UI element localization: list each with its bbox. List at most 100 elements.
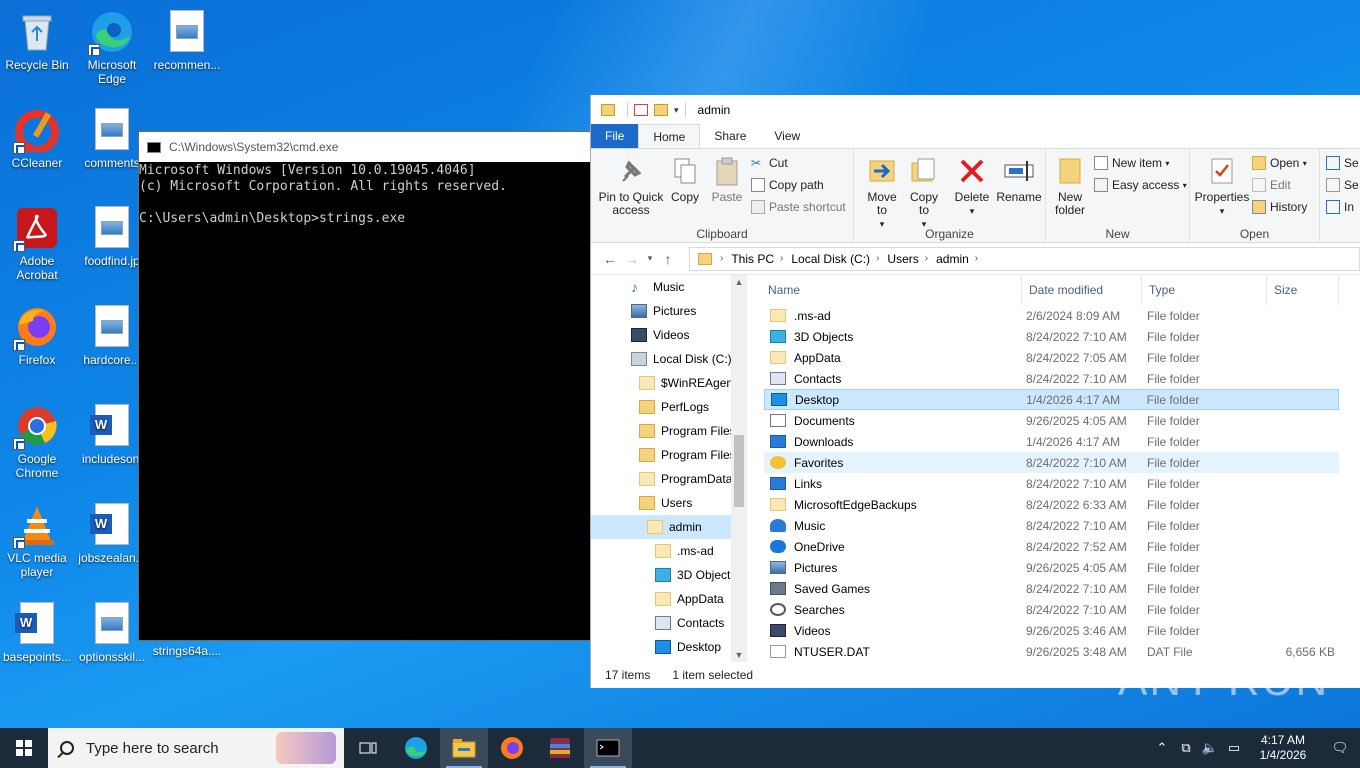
desktop-icon-chrome[interactable]: Google Chrome bbox=[0, 398, 74, 480]
taskbar-file-explorer[interactable] bbox=[440, 728, 488, 768]
file-row[interactable]: Favorites 8/24/2022 7:10 AM File folder bbox=[764, 452, 1339, 473]
chevron-right-icon[interactable]: › bbox=[975, 253, 978, 264]
desktop-icon-file[interactable]: W basepoints... bbox=[0, 596, 74, 664]
network-icon[interactable]: ⧉ bbox=[1174, 740, 1198, 756]
chevron-right-icon[interactable]: › bbox=[780, 253, 783, 264]
pin-quick-access-button[interactable]: Pin to Quick access bbox=[597, 155, 665, 217]
column-name[interactable]: Name bbox=[761, 275, 1021, 305]
nav-item-music[interactable]: ♪ Music bbox=[591, 275, 747, 299]
nav-item-folder[interactable]: Program Files bbox=[591, 443, 747, 467]
file-row[interactable]: Desktop 1/4/2026 4:17 AM File folder bbox=[764, 389, 1339, 410]
file-list[interactable]: Name Date modified Type Size .ms-ad 2/6/2… bbox=[761, 275, 1360, 662]
scroll-down-icon[interactable]: ▼ bbox=[731, 650, 747, 660]
navigation-pane[interactable]: ♪ Music Pictures Videos Local Disk (C:) $… bbox=[591, 275, 747, 662]
rename-button[interactable]: Rename bbox=[996, 155, 1042, 204]
task-view-button[interactable] bbox=[344, 728, 392, 768]
taskbar-firefox[interactable] bbox=[488, 728, 536, 768]
new-folder-quick-icon[interactable] bbox=[654, 104, 668, 116]
edit-button[interactable]: Edit bbox=[1252, 175, 1291, 195]
nav-item-local-disk[interactable]: Local Disk (C:) bbox=[591, 347, 747, 371]
nav-item-folder[interactable]: .ms-ad bbox=[591, 539, 747, 563]
cmd-window[interactable]: C:\Windows\System32\cmd.exe Microsoft Wi… bbox=[138, 131, 598, 641]
file-row[interactable]: Saved Games 8/24/2022 7:10 AM File folder bbox=[764, 578, 1339, 599]
file-row[interactable]: Pictures 9/26/2025 4:05 AM File folder bbox=[764, 557, 1339, 578]
nav-item-folder[interactable]: AppData bbox=[591, 587, 747, 611]
desktop-icon-vlc[interactable]: VLC media player bbox=[0, 497, 74, 579]
tab-share[interactable]: Share bbox=[700, 124, 760, 148]
copy-path-button[interactable]: Copy path bbox=[751, 175, 824, 195]
notifications-icon[interactable]: 🗨 bbox=[1320, 740, 1360, 756]
forward-arrow-icon[interactable]: → bbox=[621, 251, 643, 267]
taskbar-edge[interactable] bbox=[392, 728, 440, 768]
new-item-button[interactable]: New item ▾ bbox=[1094, 153, 1169, 173]
file-row[interactable]: Videos 9/26/2025 3:46 AM File folder bbox=[764, 620, 1339, 641]
nav-scrollbar[interactable]: ▲ ▼ bbox=[731, 275, 747, 662]
desktop-icon-firefox[interactable]: Firefox bbox=[0, 299, 74, 367]
volume-icon[interactable]: 🔈 bbox=[1198, 740, 1222, 756]
copy-to-button[interactable]: Copy to ▾ bbox=[904, 155, 944, 231]
tab-home[interactable]: Home bbox=[638, 124, 701, 148]
select-all-button[interactable]: Se bbox=[1326, 153, 1359, 173]
nav-item-folder[interactable]: $WinREAgent bbox=[591, 371, 747, 395]
column-date[interactable]: Date modified bbox=[1021, 275, 1142, 305]
nav-item-3d-objects[interactable]: 3D Objects bbox=[591, 563, 747, 587]
nav-item-contacts[interactable]: Contacts bbox=[591, 611, 747, 635]
desktop-icon-ccleaner[interactable]: CCleaner bbox=[0, 102, 74, 170]
tab-file[interactable]: File bbox=[591, 124, 639, 148]
column-size[interactable]: Size bbox=[1267, 275, 1339, 305]
move-to-button[interactable]: Move to ▾ bbox=[862, 155, 902, 231]
desktop-icon-file[interactable]: recommen... bbox=[150, 4, 224, 72]
ime-icon[interactable]: ▭ bbox=[1222, 740, 1246, 756]
nav-item-desktop[interactable]: Desktop bbox=[591, 635, 747, 659]
start-button[interactable] bbox=[0, 728, 48, 768]
copy-button[interactable]: Copy bbox=[667, 155, 703, 204]
properties-button[interactable]: Properties ▾ bbox=[1194, 155, 1250, 218]
chevron-right-icon[interactable]: › bbox=[925, 253, 928, 264]
clock[interactable]: 4:17 AM 1/4/2026 bbox=[1246, 733, 1320, 763]
select-none-button[interactable]: Se bbox=[1326, 175, 1359, 195]
taskbar-cmd[interactable] bbox=[584, 728, 632, 768]
file-row[interactable]: Contacts 8/24/2022 7:10 AM File folder bbox=[764, 368, 1339, 389]
file-row[interactable]: Music 8/24/2022 7:10 AM File folder bbox=[764, 515, 1339, 536]
nav-item-folder[interactable]: Users bbox=[591, 491, 747, 515]
taskbar-search[interactable]: Type here to search bbox=[48, 728, 344, 768]
file-row[interactable]: AppData 8/24/2022 7:05 AM File folder bbox=[764, 347, 1339, 368]
file-row[interactable]: Downloads 1/4/2026 4:17 AM File folder bbox=[764, 431, 1339, 452]
taskbar-winrar[interactable] bbox=[536, 728, 584, 768]
new-folder-button[interactable]: New folder bbox=[1050, 155, 1090, 217]
file-row[interactable]: Searches 8/24/2022 7:10 AM File folder bbox=[764, 599, 1339, 620]
desktop-icon-edge[interactable]: Microsoft Edge bbox=[75, 4, 149, 86]
file-row[interactable]: Documents 9/26/2025 4:05 AM File folder bbox=[764, 410, 1339, 431]
paste-button[interactable]: Paste bbox=[707, 155, 747, 204]
tab-view[interactable]: View bbox=[760, 124, 814, 148]
file-row[interactable]: OneDrive 8/24/2022 7:52 AM File folder bbox=[764, 536, 1339, 557]
chevron-right-icon[interactable]: › bbox=[876, 253, 879, 264]
breadcrumb-users[interactable]: Users bbox=[887, 252, 918, 266]
invert-selection-button[interactable]: In bbox=[1326, 197, 1354, 217]
scroll-thumb[interactable] bbox=[734, 435, 744, 507]
nav-item-folder[interactable]: PerfLogs bbox=[591, 395, 747, 419]
file-row[interactable]: MicrosoftEdgeBackups 8/24/2022 6:33 AM Fil… bbox=[764, 494, 1339, 515]
nav-item-folder[interactable]: ProgramData bbox=[591, 467, 747, 491]
history-button[interactable]: History bbox=[1252, 197, 1307, 217]
cut-button[interactable]: ✂ Cut bbox=[751, 153, 788, 173]
file-row[interactable]: 3D Objects 8/24/2022 7:10 AM File folder bbox=[764, 326, 1339, 347]
chevron-up-icon[interactable]: ⌃ bbox=[1150, 740, 1174, 756]
properties-quick-icon[interactable] bbox=[634, 104, 648, 116]
open-button[interactable]: Open ▾ bbox=[1252, 153, 1307, 173]
explorer-window[interactable]: ▾ admin File Home Share View Pin to Quic… bbox=[590, 95, 1360, 688]
cmd-titlebar[interactable]: C:\Windows\System32\cmd.exe bbox=[139, 132, 597, 162]
easy-access-button[interactable]: Easy access ▾ bbox=[1094, 175, 1187, 195]
breadcrumb-this-pc[interactable]: This PC bbox=[731, 252, 774, 266]
desktop-icon-file[interactable]: strings64a.... bbox=[150, 644, 224, 658]
recent-locations-icon[interactable]: ▾ bbox=[643, 253, 657, 264]
up-arrow-icon[interactable]: ↑ bbox=[657, 251, 679, 267]
nav-item-pictures[interactable]: Pictures bbox=[591, 299, 747, 323]
breadcrumb-admin[interactable]: admin bbox=[936, 252, 969, 266]
nav-item-admin[interactable]: admin bbox=[591, 515, 747, 539]
cmd-output[interactable]: Microsoft Windows [Version 10.0.19045.40… bbox=[139, 162, 597, 227]
customize-quick-access-icon[interactable]: ▾ bbox=[674, 105, 679, 116]
scroll-up-icon[interactable]: ▲ bbox=[731, 277, 747, 287]
file-row[interactable]: .ms-ad 2/6/2024 8:09 AM File folder bbox=[764, 305, 1339, 326]
file-row[interactable]: Links 8/24/2022 7:10 AM File folder bbox=[764, 473, 1339, 494]
